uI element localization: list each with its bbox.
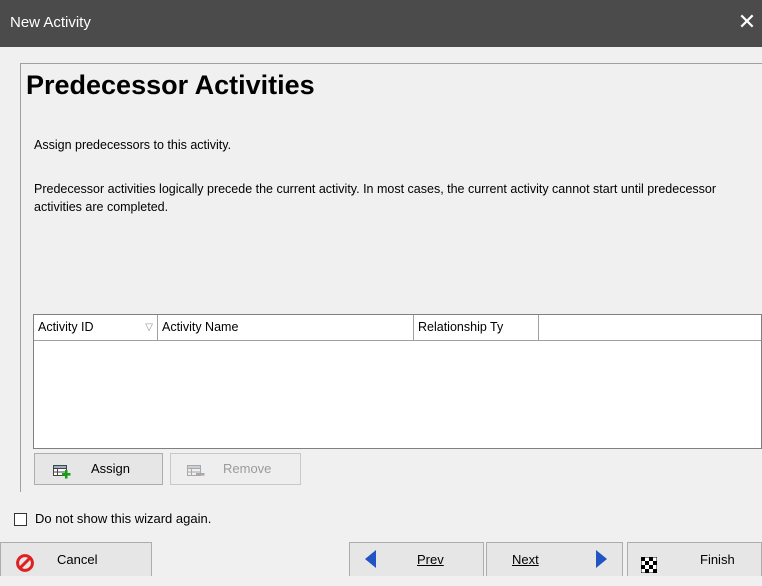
window-title: New Activity	[10, 14, 91, 31]
next-arrow-icon	[596, 550, 607, 568]
column-header-activity-name[interactable]: Activity Name	[158, 315, 414, 340]
sort-icon: ▽	[145, 322, 153, 333]
description-text: Predecessor activities logically precede…	[34, 182, 717, 214]
cancel-label: Cancel	[57, 552, 98, 567]
remove-label: Remove	[223, 461, 272, 476]
grid-body[interactable]	[34, 341, 761, 448]
assign-label: Assign	[91, 461, 131, 476]
next-button[interactable]: Next	[486, 542, 623, 576]
predecessor-grid[interactable]: Activity ID ▽ Activity Name Relationship…	[33, 314, 762, 449]
assign-button[interactable]: Assign	[34, 453, 163, 485]
checkered-flag-icon	[640, 552, 658, 586]
column-label: Activity ID	[38, 320, 94, 334]
title-bar: New Activity ✕	[0, 0, 762, 47]
close-icon[interactable]: ✕	[734, 9, 760, 35]
column-label: Relationship Ty	[418, 320, 504, 334]
remove-button[interactable]: Remove	[170, 453, 301, 485]
finish-label: Finish	[700, 552, 735, 567]
column-header-relationship-type[interactable]: Relationship Ty	[414, 315, 539, 340]
column-label: Activity Name	[162, 320, 239, 334]
remove-icon	[187, 462, 205, 492]
page-title: Predecessor Activities	[26, 70, 315, 100]
dont-show-checkbox[interactable]	[14, 513, 27, 526]
finish-button[interactable]: Finish	[627, 542, 762, 576]
next-label: Next	[512, 552, 539, 567]
assign-add-icon	[53, 462, 71, 492]
intro-text: Assign predecessors to this activity.	[34, 138, 232, 152]
prev-button[interactable]: Prev	[349, 542, 484, 576]
prev-arrow-icon	[365, 550, 376, 568]
cancel-button[interactable]: Cancel	[0, 542, 152, 576]
column-header-activity-id[interactable]: Activity ID ▽	[34, 315, 158, 340]
cancel-icon	[16, 551, 34, 572]
prev-label: Prev	[417, 552, 444, 567]
dont-show-label: Do not show this wizard again.	[35, 511, 212, 526]
grid-header: Activity ID ▽ Activity Name Relationship…	[34, 315, 761, 341]
